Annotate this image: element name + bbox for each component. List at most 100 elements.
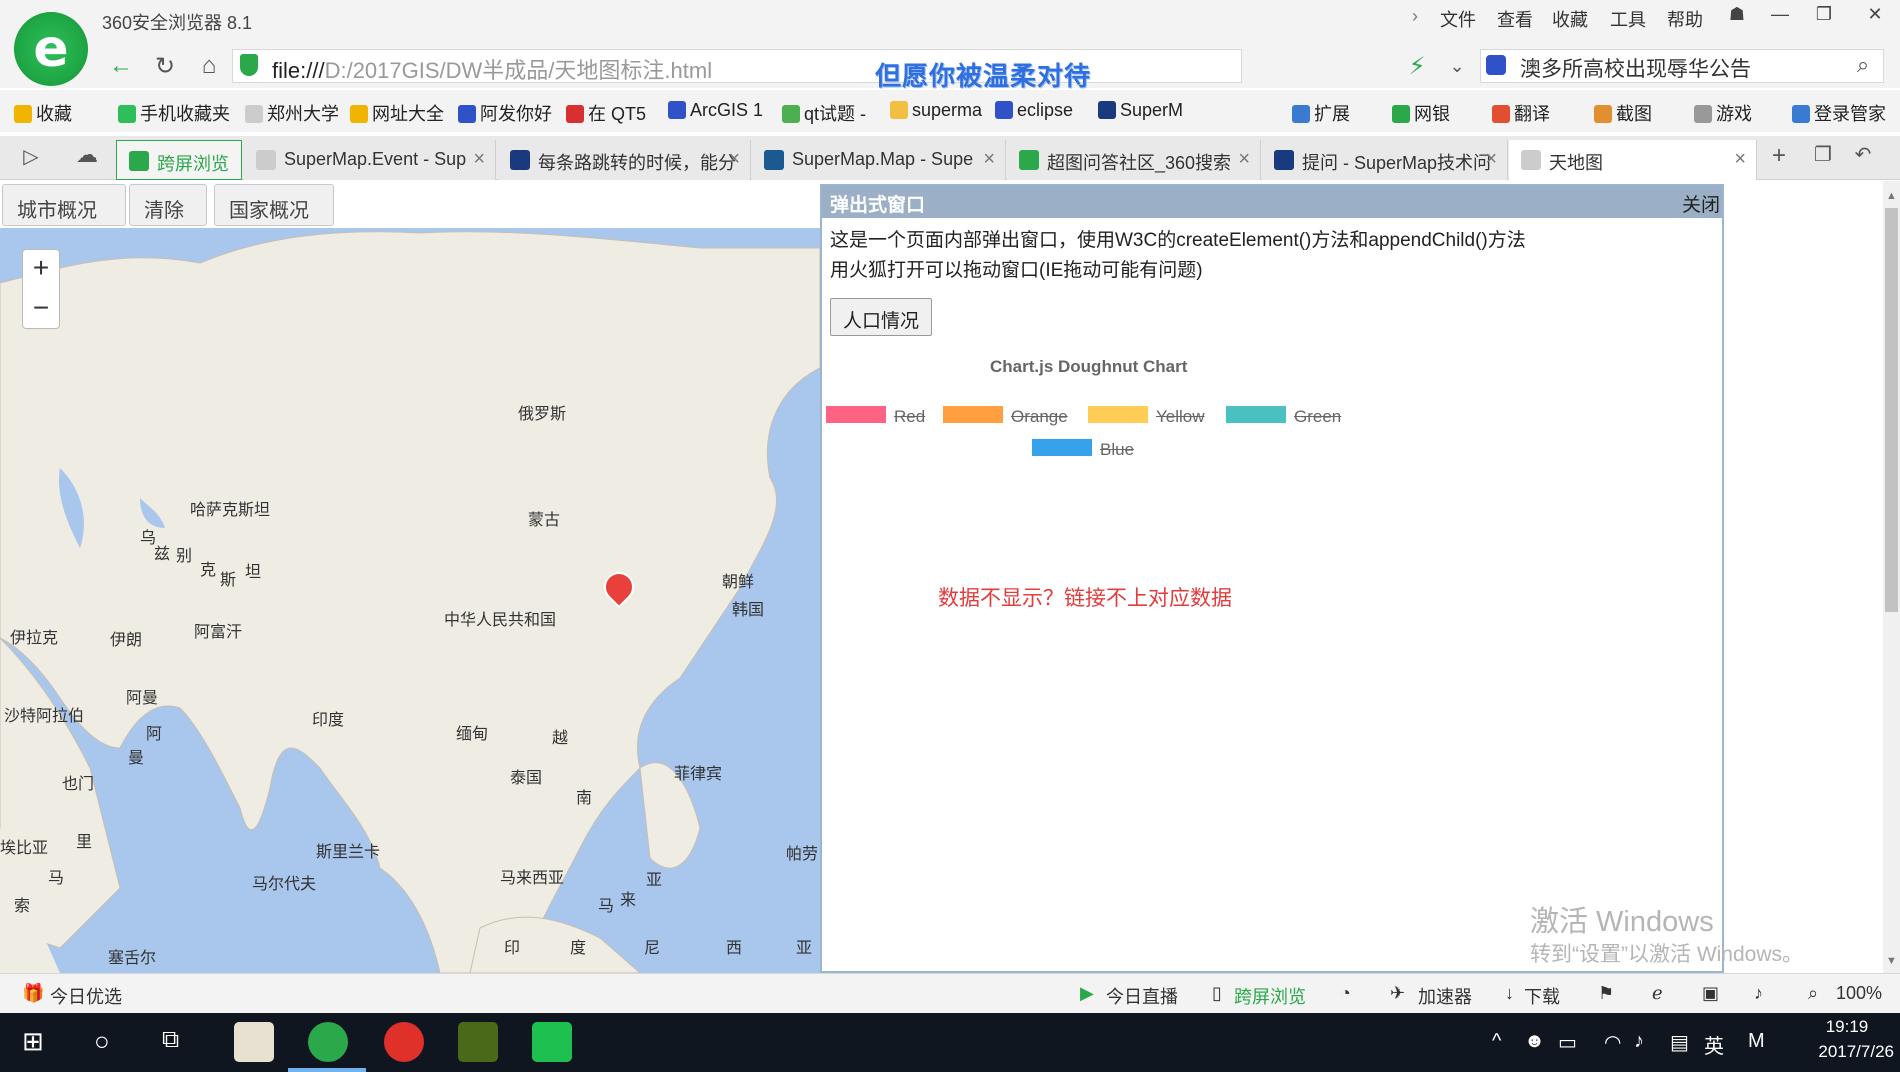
legend-swatch[interactable]	[1032, 439, 1092, 456]
country-overview-button[interactable]: 国家概况	[214, 184, 334, 226]
accelerator-link[interactable]: 加速器	[1418, 983, 1472, 1009]
url-text[interactable]: file:///D:/2017GIS/DW半成品/天地图标注.html	[272, 53, 712, 85]
scrollbar-thumb[interactable]	[1885, 208, 1898, 612]
bookmark-item[interactable]: eclipse	[995, 100, 1073, 121]
daily-picks-link[interactable]: 今日优选	[50, 983, 122, 1009]
speed-icon[interactable]: ◔	[1340, 983, 1351, 1004]
bookmark-item[interactable]: 阿发你好	[458, 100, 552, 126]
browser-tab[interactable]: 跨屏浏览	[116, 140, 242, 180]
zoom-level[interactable]: 100%	[1836, 983, 1882, 1004]
scroll-up-arrow[interactable]: ▲	[1886, 190, 1897, 202]
new-tab-button[interactable]: +	[1764, 142, 1794, 170]
tab-close-icon[interactable]: ×	[1734, 148, 1746, 171]
cortana-icon[interactable]: ○	[94, 1026, 110, 1057]
browser-tab[interactable]: 超图问答社区_360搜索 ×	[1007, 140, 1261, 180]
legend-swatch[interactable]	[943, 406, 1003, 423]
browser-tab[interactable]: 每条路跳转的时候，能分 ×	[498, 140, 751, 180]
zoom-in-button[interactable]: +	[22, 249, 60, 289]
windows-start-icon[interactable]: ⊞	[22, 1026, 44, 1057]
baidu-icon[interactable]	[1486, 55, 1506, 75]
browser-tab[interactable]: 提问 - SuperMap技术问 ×	[1262, 140, 1508, 180]
close-window-button[interactable]: ✕	[1860, 4, 1890, 25]
toolbar-extension-item[interactable]: 翻译	[1492, 100, 1550, 126]
wifi-icon[interactable]: ◠	[1604, 1030, 1621, 1055]
ie-icon[interactable]: ℯ	[1652, 983, 1663, 1004]
browser-logo-icon[interactable]: e	[14, 12, 88, 86]
tab-close-icon[interactable]: ×	[1238, 148, 1250, 171]
netease-music-icon[interactable]	[384, 1022, 424, 1062]
clock-date[interactable]: 2017/7/26	[1794, 1042, 1894, 1062]
browser-tab[interactable]: SuperMap.Event - Sup ×	[244, 140, 496, 180]
minimize-button[interactable]: —	[1765, 4, 1795, 25]
lightning-icon[interactable]: ⚡	[1402, 52, 1432, 81]
bookmark-item[interactable]: 收藏	[14, 100, 72, 126]
browser-tab[interactable]: SuperMap.Map - Supe ×	[752, 140, 1006, 180]
popup-close-button[interactable]: 关闭	[1682, 190, 1720, 217]
flag-icon[interactable]: ⚑	[1598, 983, 1614, 1004]
menu-tools[interactable]: 工具	[1610, 6, 1646, 32]
legend-swatch[interactable]	[1226, 406, 1286, 423]
undo-close-icon[interactable]: ↶	[1848, 142, 1878, 167]
bookmark-item[interactable]: 网址大全	[350, 100, 444, 126]
maximize-button[interactable]: ❐	[1809, 4, 1839, 25]
popup-window[interactable]	[820, 184, 1724, 973]
back-arrow-icon[interactable]: ←	[106, 52, 136, 80]
legend-swatch[interactable]	[826, 406, 886, 423]
sidebar-toggle-icon[interactable]: ▷	[16, 144, 46, 169]
bookmark-item[interactable]: superma	[890, 100, 982, 121]
java-app-icon[interactable]	[234, 1022, 274, 1062]
search-icon[interactable]: ⌕	[1848, 52, 1878, 78]
wps-icon[interactable]	[532, 1022, 572, 1062]
toolbar-extension-item[interactable]: 游戏	[1694, 100, 1752, 126]
input-method-icon[interactable]: M	[1748, 1030, 1765, 1053]
qq-icon[interactable]: ☻	[1524, 1030, 1545, 1053]
bookmark-item[interactable]: qt试题 -	[782, 100, 866, 126]
toolbar-extension-item[interactable]: 网银	[1392, 100, 1450, 126]
menu-help[interactable]: 帮助	[1667, 6, 1703, 32]
home-icon[interactable]: ⌂	[194, 52, 224, 80]
legend-label[interactable]: Red	[894, 407, 925, 427]
population-button[interactable]: 人口情况	[830, 298, 933, 336]
popup-header[interactable]	[822, 186, 1722, 218]
bookmark-item[interactable]: ArcGIS 1	[668, 100, 763, 121]
tab-close-icon[interactable]: ×	[983, 148, 995, 171]
tab-close-icon[interactable]: ×	[473, 148, 485, 171]
notification-icon[interactable]: ▤	[1670, 1030, 1689, 1055]
bookmark-item[interactable]: 在 QT5	[566, 100, 646, 126]
skin-icon[interactable]: ☗	[1722, 4, 1752, 25]
city-overview-button[interactable]: 城市概况	[2, 184, 126, 226]
cross-screen-link[interactable]: 跨屏浏览	[1234, 983, 1306, 1009]
map-view[interactable]	[0, 228, 820, 973]
window-icon[interactable]: ▣	[1702, 983, 1719, 1004]
dropdown-chevron-icon[interactable]: ⌄	[1442, 56, 1472, 77]
cloud-icon[interactable]: ☁	[72, 142, 102, 168]
toolbar-extension-item[interactable]: 登录管家	[1792, 100, 1886, 126]
ime-indicator[interactable]: 英	[1704, 1030, 1724, 1059]
toolbar-extension-item[interactable]: 截图	[1594, 100, 1652, 126]
bookmark-item[interactable]: 郑州大学	[245, 100, 339, 126]
zoom-out-button[interactable]: −	[22, 289, 60, 329]
tray-expand-icon[interactable]: ^	[1492, 1030, 1501, 1053]
bookmark-item[interactable]: SuperM	[1098, 100, 1183, 121]
browser-task-icon[interactable]	[308, 1022, 348, 1062]
zoom-icon[interactable]: ⌕	[1808, 983, 1818, 1004]
chevron-right-icon[interactable]: ›	[1412, 6, 1418, 27]
dreamweaver-icon[interactable]	[458, 1022, 498, 1062]
legend-label[interactable]: Green	[1294, 407, 1341, 427]
legend-swatch[interactable]	[1088, 406, 1148, 423]
task-view-icon[interactable]: ⧉	[162, 1026, 179, 1054]
battery-icon[interactable]: ▭	[1558, 1030, 1577, 1055]
tab-overview-icon[interactable]: ❐	[1808, 142, 1838, 167]
menu-file[interactable]: 文件	[1440, 6, 1476, 32]
bookmark-item[interactable]: 手机收藏夹	[118, 100, 230, 126]
clear-button[interactable]: 清除	[129, 184, 207, 226]
scroll-down-arrow[interactable]: ▼	[1886, 955, 1897, 967]
tab-close-icon[interactable]: ×	[728, 148, 740, 171]
clock-time[interactable]: 19:19	[1812, 1017, 1882, 1037]
menu-favorites[interactable]: 收藏	[1552, 6, 1588, 32]
legend-label[interactable]: Blue	[1100, 440, 1134, 460]
reload-icon[interactable]: ↻	[150, 52, 180, 81]
legend-label[interactable]: Orange	[1011, 407, 1068, 427]
volume-icon[interactable]: ♪	[1634, 1030, 1644, 1053]
sound-icon[interactable]: ♪	[1754, 983, 1763, 1004]
